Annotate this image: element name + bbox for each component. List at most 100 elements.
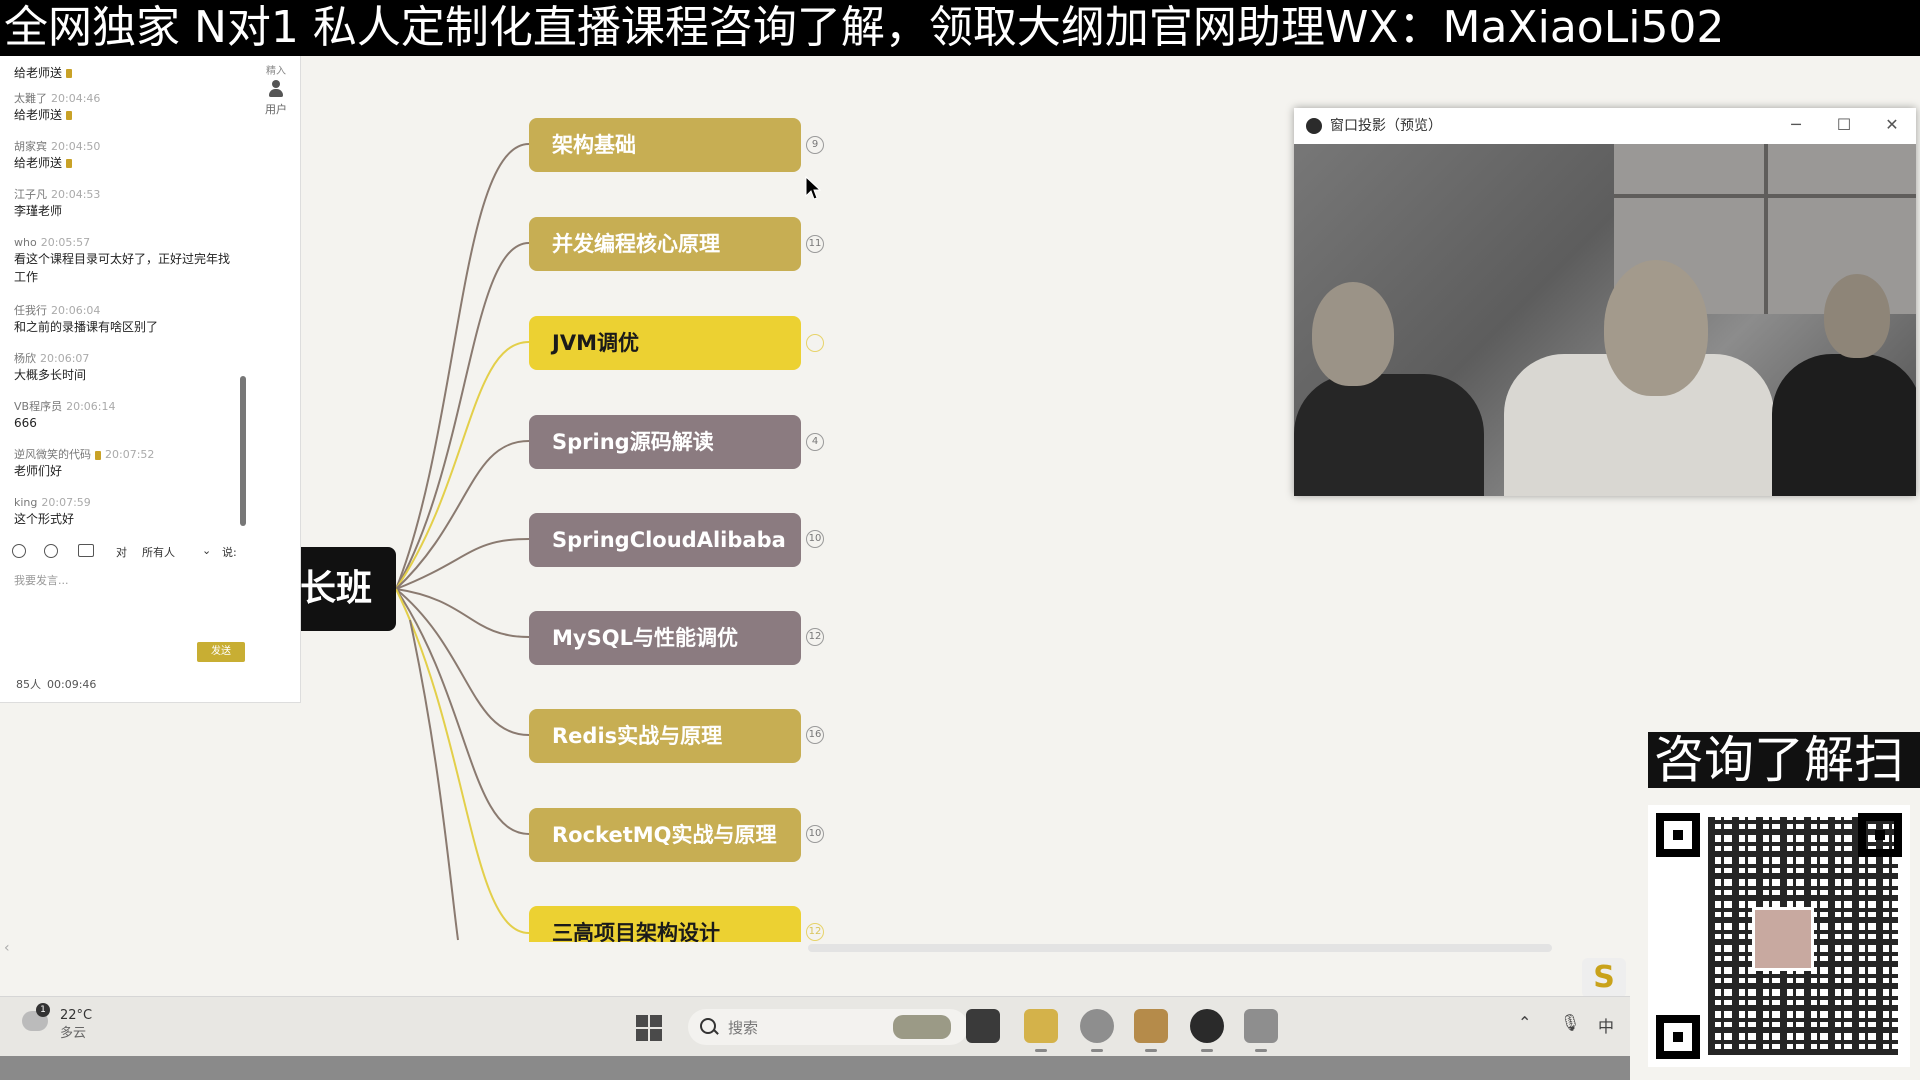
chat-message-author: 逆风微笑的代码 [14,448,91,461]
chat-message-text: 给老师送 [14,66,63,80]
node-architecture-basics[interactable]: 架构基础 [529,118,801,172]
chat-message: 逆风微笑的代码 20:07:52 老师们好 [14,448,244,480]
horizontal-scrollbar[interactable] [808,944,1552,952]
node-count-badge[interactable]: 10 [806,530,824,548]
wps-icon[interactable]: S [1582,958,1626,998]
search-highlight-icon [893,1015,951,1039]
node-redis[interactable]: Redis实战与原理 [529,709,801,763]
chat-tab-cut-label: 精入 [266,66,286,77]
node-concurrency[interactable]: 并发编程核心原理 [529,217,801,271]
screen-bottom-edge [0,1056,1630,1080]
chat-message: 胡家宾 20:04:50 给老师送 [14,140,244,172]
taskbar-search[interactable]: 搜索 [688,1009,968,1045]
shelf-divider [1764,144,1768,314]
chat-message: king 20:07:59 这个形式好 [14,496,244,528]
node-count-badge[interactable]: 9 [806,136,824,154]
chat-user-tab-label: 用户 [265,103,287,116]
chat-message-time: 20:07:59 [41,496,91,509]
chat-toolbar: 对 所有人 ⌄ 说: [10,542,290,562]
running-indicator [1255,1049,1267,1052]
chat-message-text: 老师们好 [14,464,63,478]
search-icon [700,1018,716,1034]
node-count-badge[interactable]: 11 [806,235,824,253]
qr-finder-pattern [1858,813,1902,857]
weather-description: 多云 [60,1026,87,1041]
node-count-badge[interactable]: 16 [806,726,824,744]
task-view-icon[interactable] [966,1009,1000,1043]
chat-message-time: 20:04:46 [51,92,101,105]
chat-message-text: 666 [14,416,37,430]
emoji-icon[interactable] [12,544,26,558]
chrome-icon[interactable] [1080,1009,1114,1043]
badge-icon [95,450,101,460]
taskbar: 1 22°C 多云 搜索 ⌃ 🎙 中 [0,996,1630,1057]
node-mysql[interactable]: MySQL与性能调优 [529,611,801,665]
chat-footer: 85人 00:09:46 [16,676,96,692]
chat-message: VB程序员 20:06:14 666 [14,400,244,432]
comment-icon[interactable] [44,544,58,558]
chat-message-author: who [14,236,37,249]
mouse-cursor-icon [805,176,821,200]
microphone-icon[interactable]: 🎙 [1560,1013,1580,1032]
maximize-icon[interactable]: ☐ [1820,108,1868,144]
send-button[interactable]: 发送 [197,642,245,662]
obs-studio-icon[interactable] [1190,1009,1224,1043]
chat-target-select[interactable]: 所有人 [142,544,175,560]
chat-message-text: 李瑾老师 [14,204,63,218]
chevron-up-icon[interactable]: ⌃ [1518,1013,1531,1032]
gift-icon [66,159,73,168]
chat-message-author: 太難了 [14,92,47,105]
minimize-icon[interactable]: ─ [1772,108,1820,144]
chat-input[interactable]: 我要发言... [14,572,69,588]
projector-title: 窗口投影（预览） [1330,118,1442,134]
chevron-left-icon[interactable]: ‹ [4,940,10,956]
projector-window: 窗口投影（预览） ─ ☐ ✕ [1294,108,1916,496]
chat-message: 任我行 20:06:04 和之前的录播课有啥区别了 [14,304,244,336]
qr-caption: 咨询了解扫 [1648,732,1920,788]
qr-code [1648,805,1910,1067]
ime-indicator[interactable]: 中 [1598,1013,1614,1037]
windows-start-icon[interactable] [636,1015,662,1041]
chat-message-author: 杨欣 [14,352,36,365]
chat-message-text: 这个形式好 [14,512,75,526]
webcam-video [1294,144,1916,496]
xmind-icon[interactable] [1134,1009,1168,1043]
node-springcloud-alibaba[interactable]: SpringCloudAlibaba [529,513,801,567]
node-high-availability-design[interactable]: 三高项目架构设计 [529,906,801,942]
node-count-badge[interactable] [806,334,824,352]
node-count-badge[interactable]: 4 [806,433,824,451]
node-count-badge[interactable]: 10 [806,825,824,843]
close-icon[interactable]: ✕ [1868,108,1916,144]
node-rocketmq[interactable]: RocketMQ实战与原理 [529,808,801,862]
chat-user-tab[interactable]: 精入 用户 [262,66,290,117]
notification-badge: 1 [36,1003,50,1017]
running-indicator [1145,1049,1157,1052]
chevron-down-icon[interactable]: ⌄ [202,544,211,557]
chat-message-time: 20:07:52 [105,448,155,461]
chat-message: 给老师送 [14,64,244,82]
viewer-count: 85人 [16,678,41,691]
file-explorer-icon[interactable] [1024,1009,1058,1043]
chat-message: who 20:05:57 看这个课程目录可太好了，正好过完年找工作 [14,236,244,286]
person-center-head [1604,260,1708,396]
projector-titlebar[interactable]: 窗口投影（预览） ─ ☐ ✕ [1294,108,1916,144]
node-count-badge[interactable]: 12 [806,923,824,941]
node-spring-source[interactable]: Spring源码解读 [529,415,801,469]
node-count-badge[interactable]: 12 [806,628,824,646]
chat-scrollbar[interactable] [240,376,246,526]
chat-message: 杨欣 20:06:07 大概多长时间 [14,352,244,384]
chat-message-author: king [14,496,38,509]
image-icon[interactable] [78,544,94,557]
person-left-head [1312,282,1394,386]
chat-say-label: 说: [222,546,237,559]
chat-message-time: 20:05:57 [40,236,91,249]
mindmap-root[interactable]: 长班 [300,547,396,631]
obs-icon [1306,118,1322,134]
chat-message-time: 20:04:53 [51,188,101,201]
chat-message: 太難了 20:04:46 给老师送 [14,92,244,124]
chat-message-author: VB程序员 [14,400,63,413]
qr-avatar [1752,907,1814,971]
cloud-app-icon[interactable] [1244,1009,1278,1043]
chat-message-text: 给老师送 [14,156,63,170]
node-jvm-tuning[interactable]: JVM调优 [529,316,801,370]
